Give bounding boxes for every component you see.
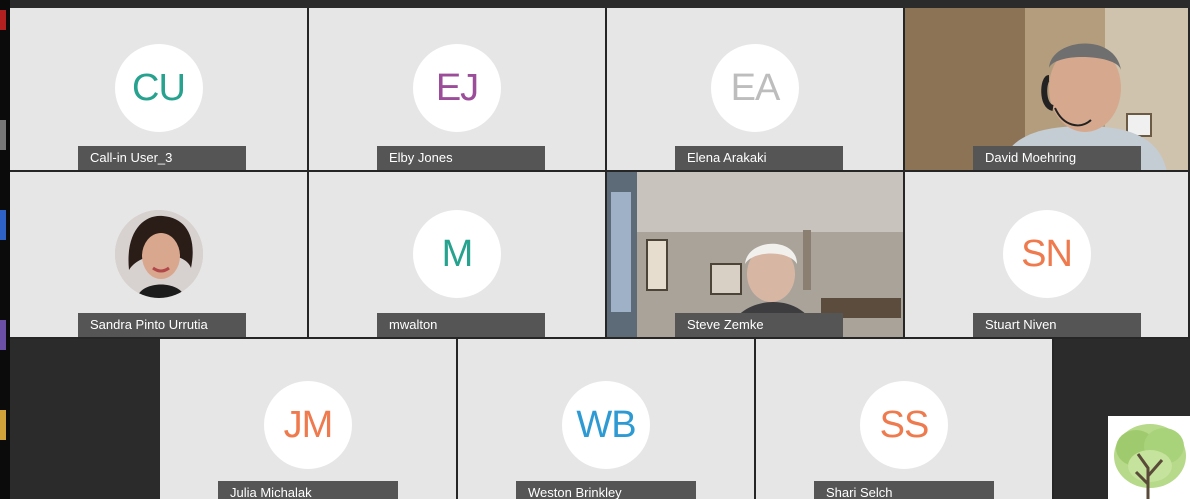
avatar: M [413,210,501,298]
avatar: SN [1002,210,1091,298]
participant-name: Sandra Pinto Urrutia [78,313,246,337]
participant-tile-steve-zemke[interactable]: Steve Zemke [607,172,905,339]
participant-name: Julia Michalak [218,481,398,499]
participant-tile-mwalton[interactable]: M mwalton [309,172,607,339]
participant-tile-weston-brinkley[interactable]: WB Weston Brinkley [458,339,756,499]
participant-tile-elby-jones[interactable]: EJ Elby Jones [309,8,607,172]
left-edge-strip [0,0,10,499]
avatar: EJ [413,44,501,132]
tree-logo [1108,416,1190,499]
avatar: EA [711,44,799,132]
participant-tile-david-moehring[interactable]: David Moehring [905,8,1190,172]
participant-tile-sandra-pinto-urrutia[interactable]: Sandra Pinto Urrutia [10,172,309,339]
participant-name: Stuart Niven [973,313,1141,337]
participant-name: David Moehring [973,146,1141,170]
profile-photo [114,210,203,298]
participant-tile-elena-arakaki[interactable]: EA Elena Arakaki [607,8,905,172]
participant-tile-call-in-user[interactable]: CU Call-in User_3 [10,8,309,172]
participant-name: Elby Jones [377,146,545,170]
participant-name: mwalton [377,313,545,337]
participant-tile-julia-michalak[interactable]: JM Julia Michalak [160,339,458,499]
avatar: SS [860,381,948,469]
avatar: CU [114,44,203,132]
participant-name: Call-in User_3 [78,146,246,170]
avatar: WB [562,381,650,469]
person-photo-icon [114,210,203,298]
participant-name: Steve Zemke [675,313,843,337]
avatar: JM [264,381,352,469]
participant-name: Weston Brinkley [516,481,696,499]
tree-logo-icon [1108,416,1190,499]
participant-tile-shari-selch[interactable]: SS Shari Selch [756,339,1054,499]
participant-name: Shari Selch [814,481,994,499]
empty-grid-area-left [10,339,160,499]
participant-tile-stuart-niven[interactable]: SN Stuart Niven [905,172,1190,339]
participant-name: Elena Arakaki [675,146,843,170]
